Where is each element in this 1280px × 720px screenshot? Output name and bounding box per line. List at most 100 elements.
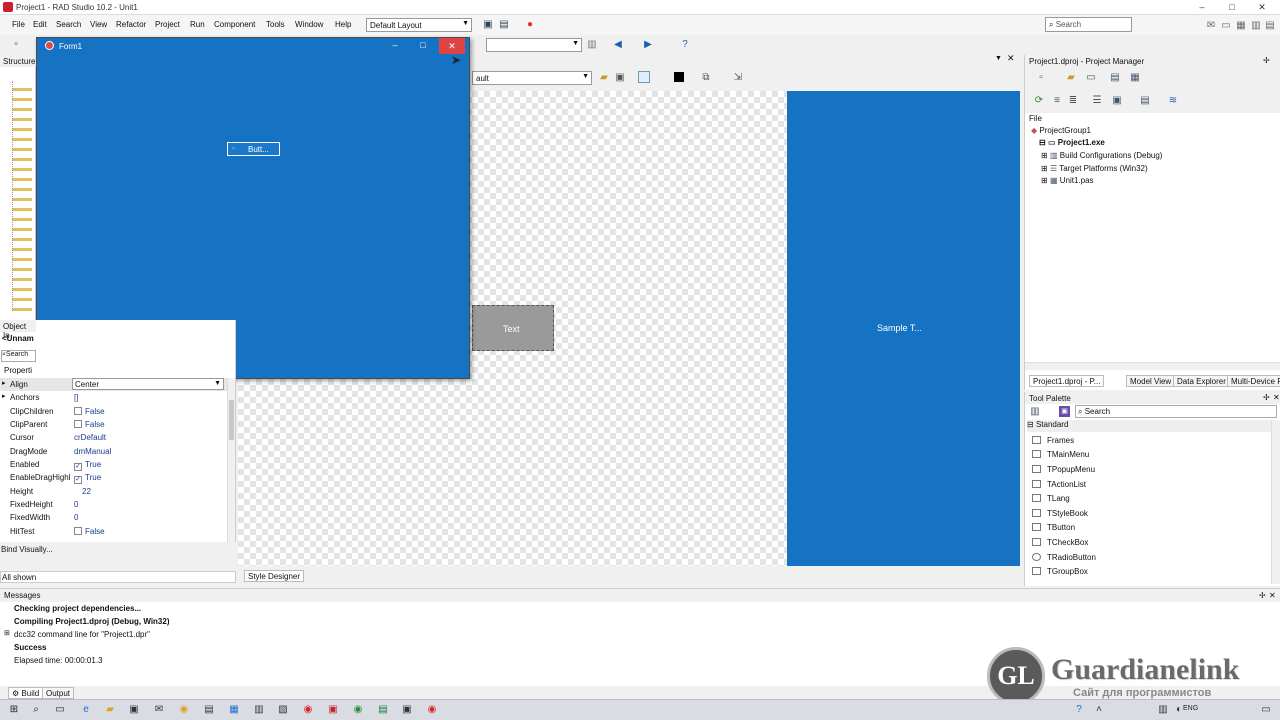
tab-data-explorer[interactable]: Data Explorer: [1173, 375, 1230, 387]
menu-file[interactable]: File: [12, 20, 25, 29]
save-style-icon[interactable]: ▣: [614, 72, 626, 84]
menu-view[interactable]: View: [90, 20, 107, 29]
expand-icon[interactable]: ⊞: [4, 629, 10, 637]
menu-window[interactable]: Window: [295, 20, 323, 29]
tree-target-platforms[interactable]: ⊞ ☰ Target Platforms (Win32): [1041, 164, 1148, 173]
inspector-search[interactable]: ⌕Search: [1, 350, 36, 362]
property-row-align[interactable]: ▸ Align Center ▼: [0, 378, 228, 392]
object-selector[interactable]: <Unnam: [2, 334, 34, 343]
designer-options-icon[interactable]: ▼: [995, 55, 1002, 62]
window-close-button[interactable]: ✕: [1246, 0, 1278, 15]
tab-style-designer[interactable]: Style Designer: [244, 570, 305, 582]
align-value-combo[interactable]: Center ▼: [72, 378, 224, 390]
menu-run[interactable]: Run: [190, 20, 205, 29]
pm-activate-icon[interactable]: ▫: [1035, 72, 1047, 84]
form1-close-button[interactable]: ✕: [439, 38, 465, 54]
pm-build-icon[interactable]: ▤: [1139, 95, 1151, 107]
tray-chevron-icon[interactable]: ˄: [1093, 704, 1105, 716]
menu-edit[interactable]: Edit: [33, 20, 47, 29]
config-icon[interactable]: ▥: [586, 39, 598, 51]
palette-category-standard[interactable]: ⊟ Standard: [1027, 420, 1271, 432]
pm-sort-icon[interactable]: ☰: [1091, 95, 1103, 107]
pin-icon[interactable]: ✢: [1259, 591, 1266, 600]
property-value[interactable]: 0: [74, 500, 78, 509]
palette-search[interactable]: ⌕ Search: [1075, 405, 1277, 418]
ide-search-box[interactable]: ⌕ Search: [1045, 17, 1132, 32]
expand-icon[interactable]: ▸: [2, 392, 6, 400]
save-layout-icon[interactable]: ▣: [482, 19, 494, 31]
copy-style-icon[interactable]: ⧉: [700, 72, 712, 84]
menu-search[interactable]: Search: [56, 20, 81, 29]
tree-project-exe[interactable]: ⊟ ▭ Project1.exe: [1039, 138, 1105, 147]
palette-item-tstylebook[interactable]: TStyleBook: [1032, 509, 1088, 518]
property-row-height[interactable]: Height 22: [0, 485, 228, 498]
property-value[interactable]: dmManual: [74, 447, 111, 456]
property-row-enabledraghighlight[interactable]: EnableDragHighl ✓ True: [0, 471, 228, 484]
style-combo[interactable]: ault ▼: [472, 71, 592, 85]
pm-filter-icon[interactable]: ▣: [1111, 95, 1123, 107]
bind-visually-link[interactable]: Bind Visually...: [1, 545, 53, 554]
new-file-icon[interactable]: ▫: [10, 39, 22, 51]
property-row-clipchildren[interactable]: ClipChildren False: [0, 405, 228, 418]
notifications-icon[interactable]: ▭: [1260, 704, 1272, 716]
pm-deploy-icon[interactable]: ≋: [1167, 95, 1179, 107]
property-row-fixedheight[interactable]: FixedHeight 0: [0, 498, 228, 511]
inspector-scrollbar[interactable]: [227, 378, 235, 542]
back-arrow-icon[interactable]: ◀: [612, 39, 624, 51]
close-icon[interactable]: ✕: [1273, 393, 1280, 402]
pm-remove-icon[interactable]: ▭: [1085, 72, 1097, 84]
palette-item-tbutton[interactable]: TButton: [1032, 523, 1075, 532]
pm-collapse-icon[interactable]: ≣: [1067, 95, 1079, 107]
expand-icon[interactable]: ▸: [2, 379, 6, 387]
menu-refactor[interactable]: Refactor: [116, 20, 146, 29]
tab-build[interactable]: ⚙ Build: [8, 687, 44, 699]
menu-help[interactable]: Help: [335, 20, 351, 29]
property-row-cursor[interactable]: Cursor crDefault: [0, 431, 228, 444]
window-maximize-button[interactable]: □: [1216, 0, 1248, 15]
text-style-shape[interactable]: Text: [472, 305, 554, 351]
form1-titlebar[interactable]: Form1 – □ ✕: [37, 38, 469, 54]
message-line[interactable]: dcc32 command line for "Project1.dpr": [14, 630, 150, 639]
property-value[interactable]: []: [74, 393, 78, 402]
close-icon[interactable]: ✕: [1269, 591, 1276, 600]
palette-item-tradiobutton[interactable]: TRadioButton: [1032, 553, 1096, 562]
tab-output[interactable]: Output: [42, 687, 75, 699]
collapse-icon[interactable]: ⊟: [1027, 420, 1034, 429]
app-icon[interactable]: ▤: [203, 704, 215, 716]
checkbox[interactable]: ✓: [74, 463, 82, 471]
property-value[interactable]: 22: [82, 487, 91, 496]
palette-item-tmainmenu[interactable]: TMainMenu: [1032, 450, 1089, 459]
scrollbar-thumb[interactable]: [229, 400, 234, 440]
tree-unit1[interactable]: ⊞ ▦ Unit1.pas: [1041, 176, 1094, 185]
layout-options-icon[interactable]: ▤: [498, 19, 510, 31]
palette-item-tlang[interactable]: TLang: [1032, 494, 1070, 503]
property-row-hittest[interactable]: HitTest False: [0, 525, 228, 538]
store-icon[interactable]: ▣: [128, 704, 140, 716]
excel-icon[interactable]: ▤: [377, 704, 389, 716]
app-icon[interactable]: ▥: [253, 704, 265, 716]
network-icon[interactable]: ▥: [1157, 704, 1169, 716]
pm-scrollbar-h[interactable]: [1025, 362, 1280, 370]
file-explorer-icon[interactable]: ▰: [104, 704, 116, 716]
close-designer-icon[interactable]: ✕: [1007, 53, 1015, 64]
rad-studio-icon[interactable]: ◉: [302, 704, 314, 716]
tree-build-configurations[interactable]: ⊞ ▥ Build Configurations (Debug): [1041, 151, 1162, 160]
tab-properties[interactable]: Properti: [4, 366, 32, 375]
pm-options-icon[interactable]: ▤: [1109, 72, 1121, 84]
pm-view-icon[interactable]: ▦: [1129, 72, 1141, 84]
tab-project-manager[interactable]: Project1.dproj - P...: [1029, 375, 1105, 387]
property-value[interactable]: crDefault: [74, 433, 106, 442]
running-app-icon[interactable]: ◉: [426, 704, 438, 716]
palette-item-tactionlist[interactable]: TActionList: [1032, 480, 1086, 489]
palette-item-frames[interactable]: Frames: [1032, 436, 1074, 445]
windows-start-icon[interactable]: ⊞: [8, 704, 20, 716]
taskbar-search-icon[interactable]: ⌕: [30, 704, 42, 716]
palette-item-tpopupmenu[interactable]: TPopupMenu: [1032, 465, 1095, 474]
forward-arrow-icon[interactable]: ▶: [642, 39, 654, 51]
chrome-taskbar-icon[interactable]: ◉: [352, 704, 364, 716]
palette-categories-icon[interactable]: ▥: [1029, 406, 1041, 418]
edge-browser-icon[interactable]: e: [80, 704, 92, 716]
language-indicator[interactable]: ENG: [1183, 705, 1198, 712]
checkbox[interactable]: [74, 420, 82, 428]
palette-scrollbar[interactable]: [1271, 420, 1280, 584]
